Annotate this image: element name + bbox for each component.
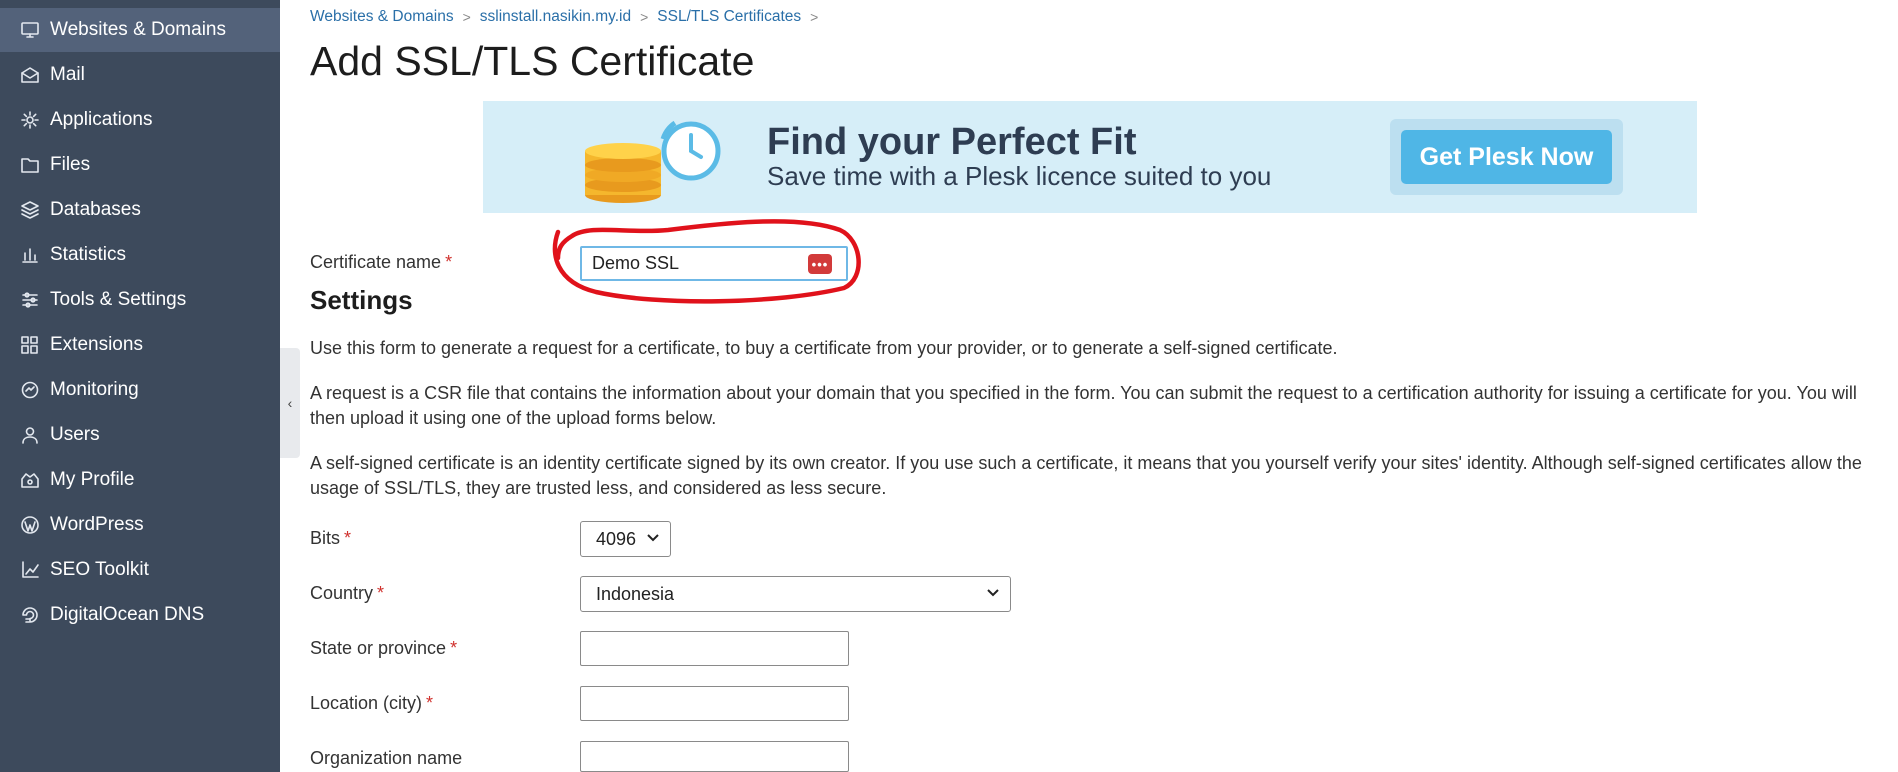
folder-icon [20, 155, 40, 175]
organization-input[interactable] [580, 741, 849, 772]
country-label: Country * [310, 583, 385, 603]
state-input[interactable] [580, 631, 849, 666]
sidebar-collapse-button[interactable]: ‹ [280, 348, 300, 458]
sidebar-item-label: My Profile [50, 469, 135, 490]
banner-title: Find your Perfect Fit [767, 121, 1137, 163]
sidebar-item-extensions[interactable]: Extensions [0, 323, 280, 367]
settings-paragraph: A request is a CSR file that contains th… [310, 383, 1857, 428]
sidebar-item-label: Files [50, 154, 91, 175]
sidebar-item-tools-settings[interactable]: Tools & Settings [0, 278, 280, 322]
seo-chart-icon [20, 560, 40, 580]
sidebar-item-label: DigitalOcean DNS [50, 604, 205, 625]
country-select-value: Indonesia [596, 583, 675, 604]
sidebar-item-wordpress[interactable]: WordPress [0, 503, 280, 547]
sidebar-item-digitalocean-dns[interactable]: DigitalOcean DNS [0, 593, 280, 637]
settings-paragraph: A self-signed certificate is an identity… [310, 453, 1862, 498]
chevron-down-icon [987, 589, 999, 597]
gear-icon [20, 110, 40, 130]
sidebar-item-label: Extensions [50, 334, 143, 355]
chevron-down-icon [647, 534, 659, 542]
chevron-left-icon: ‹ [287, 395, 293, 411]
sidebar-item-label: SEO Toolkit [50, 559, 149, 580]
organization-label: Organization name [310, 748, 463, 768]
sidebar-item-statistics[interactable]: Statistics [0, 233, 280, 277]
certificate-name-label: Certificate name * [310, 252, 453, 272]
sidebar-item-label: Websites & Domains [50, 19, 226, 40]
sidebar-item-websites-domains[interactable]: Websites & Domains [0, 8, 280, 52]
breadcrumb-link-domain[interactable]: sslinstall.nasikin.my.id [480, 8, 631, 26]
digitalocean-icon [20, 605, 40, 625]
settings-paragraph: Use this form to generate a request for … [310, 338, 1338, 358]
banner-button-frame: Get Plesk Now [1390, 119, 1623, 195]
bits-label: Bits * [310, 528, 352, 548]
sidebar-item-databases[interactable]: Databases [0, 188, 280, 232]
password-manager-icon[interactable]: ••• [808, 254, 832, 274]
required-mark: * [344, 528, 352, 548]
sidebar-item-seo-toolkit[interactable]: SEO Toolkit [0, 548, 280, 592]
monitor-icon [20, 20, 40, 40]
sidebar-item-label: Applications [50, 109, 153, 130]
required-mark: * [426, 693, 434, 713]
sidebar: Websites & Domains Mail Applications Fil… [0, 0, 280, 772]
sidebar-item-label: WordPress [50, 514, 144, 535]
sidebar-item-label: Monitoring [50, 379, 139, 400]
profile-icon [20, 470, 40, 490]
database-icon [20, 200, 40, 220]
sidebar-item-label: Databases [50, 199, 141, 220]
breadcrumb-link-ssl-certificates[interactable]: SSL/TLS Certificates [657, 8, 801, 26]
sliders-icon [20, 290, 40, 310]
certificate-name-field[interactable]: ••• [580, 246, 848, 281]
location-label: Location (city) * [310, 693, 434, 713]
sidebar-item-files[interactable]: Files [0, 143, 280, 187]
location-input[interactable] [580, 686, 849, 721]
breadcrumb-separator: > [462, 9, 471, 25]
required-mark: * [377, 583, 385, 603]
country-select[interactable]: Indonesia [580, 576, 1011, 612]
puzzle-icon [20, 335, 40, 355]
bits-select[interactable]: 4096 [580, 521, 671, 557]
wordpress-icon [20, 515, 40, 535]
sidebar-item-label: Tools & Settings [50, 289, 187, 310]
bits-select-value: 4096 [596, 528, 637, 549]
sidebar-item-label: Mail [50, 64, 85, 85]
sidebar-item-users[interactable]: Users [0, 413, 280, 457]
mail-icon [20, 65, 40, 85]
sidebar-item-monitoring[interactable]: Monitoring [0, 368, 280, 412]
sidebar-item-label: Users [50, 424, 100, 445]
get-plesk-now-button[interactable]: Get Plesk Now [1401, 130, 1612, 184]
banner-subtitle: Save time with a Plesk licence suited to… [767, 161, 1272, 191]
required-mark: * [445, 252, 453, 272]
sidebar-item-my-profile[interactable]: My Profile [0, 458, 280, 502]
certificate-name-input[interactable] [582, 248, 846, 279]
required-mark: * [450, 638, 458, 658]
breadcrumb-link-websites-domains[interactable]: Websites & Domains [310, 8, 454, 26]
breadcrumb: Websites & Domains > sslinstall.nasikin.… [310, 8, 827, 26]
state-label: State or province * [310, 638, 458, 658]
breadcrumb-separator: > [640, 9, 649, 25]
monitoring-icon [20, 380, 40, 400]
sidebar-item-label: Statistics [50, 244, 127, 265]
page-title: Add SSL/TLS Certificate [310, 38, 755, 84]
breadcrumb-separator: > [810, 9, 819, 25]
sidebar-item-applications[interactable]: Applications [0, 98, 280, 142]
sidebar-item-mail[interactable]: Mail [0, 53, 280, 97]
settings-heading: Settings [310, 285, 413, 315]
coins-clock-icon [585, 120, 721, 203]
user-icon [20, 425, 40, 445]
promo-banner[interactable]: Find your Perfect Fit Save time with a P… [483, 101, 1697, 213]
bar-chart-icon [20, 245, 40, 265]
